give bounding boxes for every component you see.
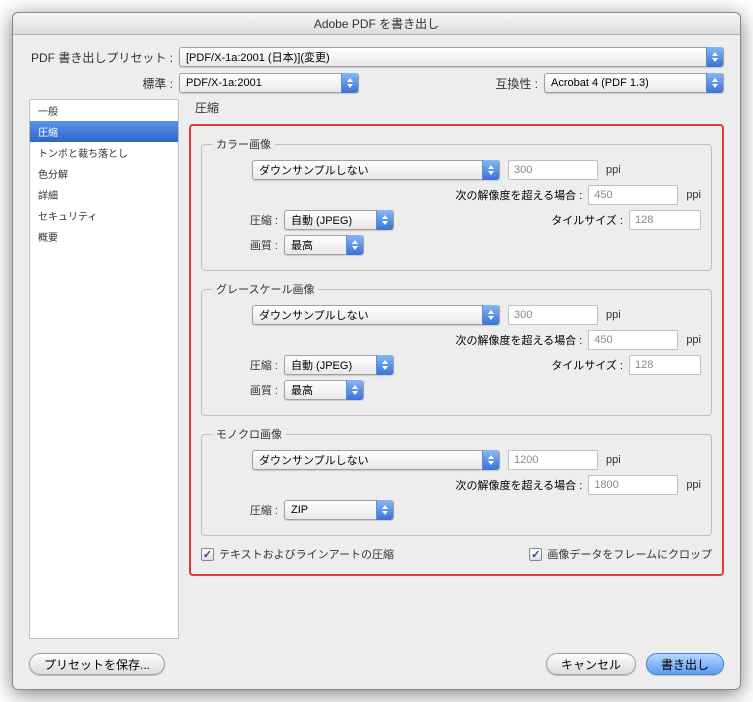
- sidebar-item[interactable]: 一般: [30, 100, 178, 121]
- checkmark-icon: ✓: [201, 548, 214, 561]
- color-threshold-label: 次の解像度を超える場合 :: [212, 187, 588, 203]
- chevron-updown-icon: [482, 305, 499, 325]
- color-threshold-input[interactable]: [588, 185, 678, 205]
- gray-tile-label: タイルサイズ :: [394, 357, 629, 373]
- chevron-updown-icon: [341, 73, 358, 93]
- checkmark-icon: ✓: [529, 548, 542, 561]
- gray-tile-input[interactable]: [629, 355, 701, 375]
- compat-value: Acrobat 4 (PDF 1.3): [551, 77, 649, 89]
- preset-select[interactable]: [PDF/X-1a:2001 (日本)](変更): [179, 47, 724, 67]
- color-legend: カラー画像: [212, 136, 275, 152]
- gray-downsample-value: ダウンサンプルしない: [259, 307, 369, 323]
- gray-compress-label: 圧縮 :: [212, 357, 284, 373]
- crop-image-label: 画像データをフレームにクロップ: [547, 546, 712, 562]
- sidebar-item[interactable]: セキュリティ: [30, 205, 178, 226]
- gray-quality-value: 最高: [291, 382, 313, 398]
- mono-threshold-label: 次の解像度を超える場合 :: [212, 477, 588, 493]
- mono-image-group: モノクロ画像 ダウンサンプルしない ppi 次の解: [201, 426, 712, 536]
- chevron-updown-icon: [706, 73, 723, 93]
- ppi-unit: ppi: [686, 189, 701, 201]
- standard-select[interactable]: PDF/X-1a:2001: [179, 73, 359, 93]
- chevron-updown-icon: [346, 380, 363, 400]
- color-quality-label: 画質 :: [212, 237, 284, 253]
- preset-label: PDF 書き出しプリセット :: [29, 49, 179, 66]
- gray-quality-select[interactable]: 最高: [284, 380, 364, 400]
- ppi-unit: ppi: [686, 479, 701, 491]
- mono-downsample-select[interactable]: ダウンサンプルしない: [252, 450, 500, 470]
- mono-downsample-value: ダウンサンプルしない: [259, 452, 369, 468]
- section-title: 圧縮: [195, 99, 724, 116]
- color-quality-select[interactable]: 最高: [284, 235, 364, 255]
- compress-text-label: テキストおよびラインアートの圧縮: [219, 546, 394, 562]
- color-image-group: カラー画像 ダウンサンプルしない ppi 次の解像: [201, 136, 712, 271]
- mono-compress-select[interactable]: ZIP: [284, 500, 394, 520]
- sidebar-item[interactable]: 詳細: [30, 184, 178, 205]
- gray-compress-value: 自動 (JPEG): [291, 357, 352, 373]
- sidebar-item[interactable]: トンボと裁ち落とし: [30, 142, 178, 163]
- gray-threshold-label: 次の解像度を超える場合 :: [212, 332, 588, 348]
- sidebar-item[interactable]: 概要: [30, 226, 178, 247]
- cancel-button[interactable]: キャンセル: [546, 653, 636, 675]
- ppi-unit: ppi: [606, 164, 621, 176]
- save-preset-button[interactable]: プリセットを保存...: [29, 653, 165, 675]
- mono-ppi-input[interactable]: [508, 450, 598, 470]
- gray-legend: グレースケール画像: [212, 281, 318, 297]
- chevron-updown-icon: [346, 235, 363, 255]
- export-button[interactable]: 書き出し: [646, 653, 724, 675]
- preset-value: [PDF/X-1a:2001 (日本)](変更): [186, 49, 330, 65]
- ppi-unit: ppi: [686, 334, 701, 346]
- mono-compress-value: ZIP: [291, 504, 308, 516]
- color-ppi-input[interactable]: [508, 160, 598, 180]
- standard-label: 標準 :: [29, 75, 179, 92]
- compat-label: 互換性 :: [495, 75, 544, 92]
- gray-threshold-input[interactable]: [588, 330, 678, 350]
- dialog-title: Adobe PDF を書き出し: [13, 13, 740, 35]
- highlight-box: カラー画像 ダウンサンプルしない ppi 次の解像: [189, 124, 724, 576]
- chevron-updown-icon: [706, 47, 723, 67]
- color-tile-input[interactable]: [629, 210, 701, 230]
- compress-text-checkbox[interactable]: ✓ テキストおよびラインアートの圧縮: [201, 546, 394, 562]
- gray-ppi-input[interactable]: [508, 305, 598, 325]
- color-compress-value: 自動 (JPEG): [291, 212, 352, 228]
- gray-downsample-select[interactable]: ダウンサンプルしない: [252, 305, 500, 325]
- export-pdf-dialog: Adobe PDF を書き出し PDF 書き出しプリセット : [PDF/X-1…: [12, 12, 741, 690]
- ppi-unit: ppi: [606, 309, 621, 321]
- gray-image-group: グレースケール画像 ダウンサンプルしない ppi: [201, 281, 712, 416]
- standard-value: PDF/X-1a:2001: [186, 77, 262, 89]
- crop-image-checkbox[interactable]: ✓ 画像データをフレームにクロップ: [529, 546, 712, 562]
- sidebar-item[interactable]: 色分解: [30, 163, 178, 184]
- chevron-updown-icon: [482, 450, 499, 470]
- gray-compress-select[interactable]: 自動 (JPEG): [284, 355, 394, 375]
- mono-compress-label: 圧縮 :: [212, 502, 284, 518]
- chevron-updown-icon: [482, 160, 499, 180]
- compat-select[interactable]: Acrobat 4 (PDF 1.3): [544, 73, 724, 93]
- gray-quality-label: 画質 :: [212, 382, 284, 398]
- color-downsample-select[interactable]: ダウンサンプルしない: [252, 160, 500, 180]
- color-quality-value: 最高: [291, 237, 313, 253]
- ppi-unit: ppi: [606, 454, 621, 466]
- color-compress-select[interactable]: 自動 (JPEG): [284, 210, 394, 230]
- chevron-updown-icon: [376, 500, 393, 520]
- category-sidebar: 一般圧縮トンボと裁ち落とし色分解詳細セキュリティ概要: [29, 99, 179, 639]
- color-tile-label: タイルサイズ :: [394, 212, 629, 228]
- mono-threshold-input[interactable]: [588, 475, 678, 495]
- mono-legend: モノクロ画像: [212, 426, 286, 442]
- sidebar-item[interactable]: 圧縮: [30, 121, 178, 142]
- color-downsample-value: ダウンサンプルしない: [259, 162, 369, 178]
- chevron-updown-icon: [376, 210, 393, 230]
- chevron-updown-icon: [376, 355, 393, 375]
- color-compress-label: 圧縮 :: [212, 212, 284, 228]
